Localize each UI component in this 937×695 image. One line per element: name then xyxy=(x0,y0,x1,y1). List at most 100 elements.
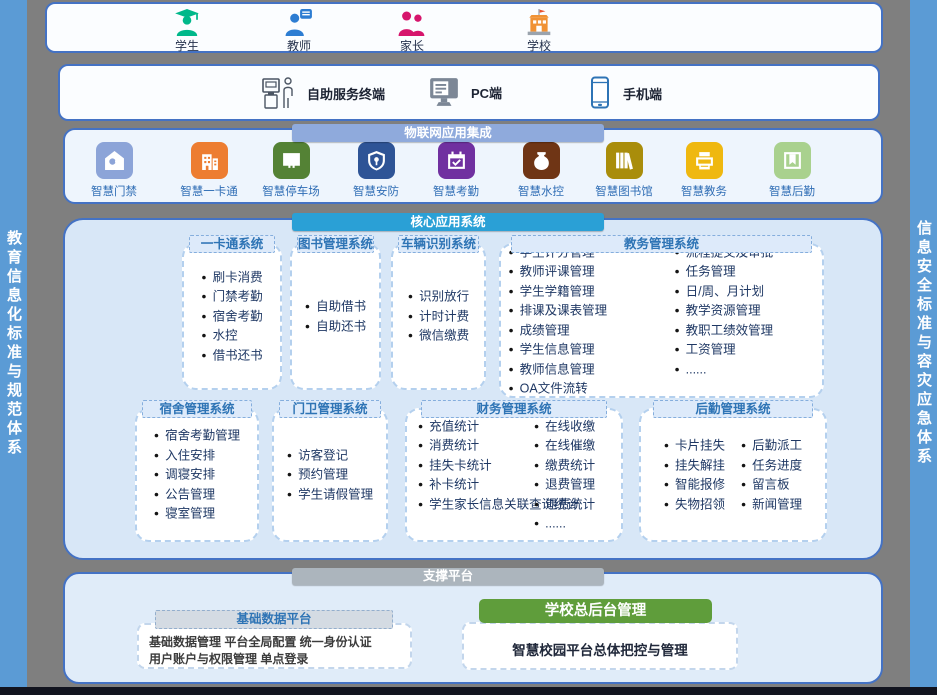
school-admin-box: 智慧校园平台总体把控与管理 xyxy=(462,622,738,670)
system-items-col2: 在线收缴 在线催缴 缴费统计 退费管理 退费统计 ...... xyxy=(534,417,610,534)
system-title: 门卫管理系统 xyxy=(279,400,381,418)
list-item: 失物招领 xyxy=(664,495,725,515)
users-panel: 学生 教师 家长 学校 xyxy=(45,2,883,53)
system-box-finance: 财务管理系统 充值统计 消费统计 挂失卡统计 补卡统计 学生家长信息关联查询统计… xyxy=(405,408,623,542)
library-books-icon xyxy=(614,150,635,171)
list-item: 访客登记 xyxy=(287,446,373,466)
iot-label: 智慧后勤 xyxy=(754,183,830,199)
iot-item-logistics: 智慧后勤 xyxy=(754,142,830,199)
student-icon xyxy=(173,9,201,36)
phone-icon xyxy=(588,76,612,110)
core-panel: 核心应用系统 一卡通系统 刷卡消费 门禁考勤 宿舍考勤 水控 借书还书 图书管理… xyxy=(63,218,883,560)
support-panel: 支撑平台 基础数据平台 基础数据管理 平台全局配置 统一身份认证 用户账户与权限… xyxy=(63,572,883,684)
system-box-logistics: 后勤管理系统 卡片挂失 挂失解挂 智能报修 失物招领 后勤派工 任务进度 留言板… xyxy=(639,408,827,542)
iot-item-water: 智慧水控 xyxy=(503,142,579,199)
list-item: 补卡统计 xyxy=(418,475,528,495)
terminal-label: 自助服务终端 xyxy=(307,84,385,103)
iot-panel: 物联网应用集成 智慧门禁 智慧一卡通 智慧停车场 xyxy=(63,128,883,204)
user-item-school: 学校 xyxy=(499,9,579,54)
core-banner-title: 核心应用系统 xyxy=(410,215,485,229)
user-label: 教师 xyxy=(259,37,339,54)
school-icon xyxy=(525,9,553,36)
iot-label: 智慧一卡通 xyxy=(171,183,247,199)
list-item: 退费统计 xyxy=(534,495,610,515)
system-box-library: 图书管理系统 自助借书 自助还书 xyxy=(290,243,381,390)
list-item: 自助借书 xyxy=(305,297,366,317)
list-item: 智能报修 xyxy=(664,475,725,495)
list-item: 借书还书 xyxy=(201,346,262,366)
system-box-academic: 教务管理系统 学生评分管理 教师评课管理 学生学籍管理 排课及课表管理 成绩管理… xyxy=(499,243,824,398)
iot-label: 智慧教务 xyxy=(666,183,742,199)
list-item: 调寝安排 xyxy=(154,465,240,485)
iot-item-security: 智慧安防 xyxy=(338,142,414,199)
list-item: 预约管理 xyxy=(287,465,373,485)
user-label: 家长 xyxy=(372,37,452,54)
list-item: 识别放行 xyxy=(408,287,469,307)
iot-label: 智慧图书馆 xyxy=(586,183,662,199)
attendance-calendar-icon xyxy=(446,150,467,171)
iot-label: 智慧水控 xyxy=(503,183,579,199)
list-item: 微信缴费 xyxy=(408,326,469,346)
left-sidebar-label: 教育信息化标准与规范体系 xyxy=(3,230,24,458)
system-box-dormitory: 宿舍管理系统 宿舍考勤管理 入住安排 调寝安排 公告管理 寝室管理 xyxy=(135,408,259,542)
list-item: 教师评课管理 xyxy=(509,262,667,282)
terminals-panel: 自助服务终端 PC端 手机端 xyxy=(58,64,880,121)
door-access-icon xyxy=(104,150,125,171)
user-label: 学校 xyxy=(499,37,579,54)
system-box-gate: 门卫管理系统 访客登记 预约管理 学生请假管理 xyxy=(272,408,388,542)
system-items-col1: 充值统计 消费统计 挂失卡统计 补卡统计 学生家长信息关联查询统计 xyxy=(418,417,528,534)
list-item: ...... xyxy=(534,514,610,534)
system-title: 后勤管理系统 xyxy=(653,400,813,418)
desktop-icon xyxy=(428,76,460,108)
bottom-edge-strip xyxy=(0,687,937,695)
system-columns: 学生评分管理 教师评课管理 学生学籍管理 排课及课表管理 成绩管理 学生信息管理… xyxy=(509,243,815,399)
system-title: 财务管理系统 xyxy=(421,400,607,418)
list-item: 任务进度 xyxy=(741,456,802,476)
list-item: 水控 xyxy=(201,326,262,346)
base-platform-line2: 用户账户与权限管理 单点登录 xyxy=(149,651,402,668)
list-item: 在线催缴 xyxy=(534,436,610,456)
list-item: 退费管理 xyxy=(534,475,610,495)
system-items-col1: 学生评分管理 教师评课管理 学生学籍管理 排课及课表管理 成绩管理 学生信息管理… xyxy=(509,243,667,399)
logistics-banner-icon xyxy=(782,150,803,171)
school-admin-title: 学校总后台管理 xyxy=(479,599,712,623)
system-columns: 卡片挂失 挂失解挂 智能报修 失物招领 后勤派工 任务进度 留言板 新闻管理 xyxy=(664,436,802,514)
system-items: 访客登记 预约管理 学生请假管理 xyxy=(287,446,373,505)
system-items: 刷卡消费 门禁考勤 宿舍考勤 水控 借书还书 xyxy=(201,268,262,366)
list-item: ...... xyxy=(675,360,815,380)
system-columns: 充值统计 消费统计 挂失卡统计 补卡统计 学生家长信息关联查询统计 在线收缴 在… xyxy=(418,417,610,534)
list-item: 新闻管理 xyxy=(741,495,802,515)
security-shield-icon xyxy=(366,150,387,171)
list-item: 挂失解挂 xyxy=(664,456,725,476)
terminal-item-pc: PC端 xyxy=(428,76,502,108)
list-item: 挂失卡统计 xyxy=(418,456,528,476)
list-item: 留言板 xyxy=(741,475,802,495)
list-item: OA文件流转 xyxy=(509,379,667,399)
list-item: 消费统计 xyxy=(418,436,528,456)
list-item: 教学资源管理 xyxy=(675,301,815,321)
iot-label: 智慧门禁 xyxy=(76,183,152,199)
list-item: 在线收缴 xyxy=(534,417,610,437)
parking-icon xyxy=(281,150,302,171)
list-item: 成绩管理 xyxy=(509,321,667,341)
system-items: 识别放行 计时计费 微信缴费 xyxy=(408,287,469,346)
list-item: 后勤派工 xyxy=(741,436,802,456)
support-banner-title: 支撑平台 xyxy=(423,569,473,583)
list-item: 日/周、月计划 xyxy=(675,282,815,302)
list-item: 排课及课表管理 xyxy=(509,301,667,321)
terminal-label: PC端 xyxy=(471,83,502,102)
system-title: 车辆识别系统 xyxy=(398,235,479,253)
left-standards-sidebar: 教育信息化标准与规范体系 xyxy=(0,0,27,687)
system-items-col1: 卡片挂失 挂失解挂 智能报修 失物招领 xyxy=(664,436,725,514)
kiosk-icon xyxy=(260,76,296,110)
core-banner: 核心应用系统 xyxy=(292,213,604,231)
list-item: 寝室管理 xyxy=(154,504,240,524)
iot-label: 智慧停车场 xyxy=(253,183,329,199)
user-label: 学生 xyxy=(147,37,227,54)
iot-banner: 物联网应用集成 xyxy=(292,124,604,142)
list-item: 学生信息管理 xyxy=(509,340,667,360)
teacher-icon xyxy=(285,9,313,36)
water-control-icon xyxy=(531,150,552,171)
list-item: 学生家长信息关联查询统计 xyxy=(418,495,528,515)
iot-item-academic: 智慧教务 xyxy=(666,142,742,199)
